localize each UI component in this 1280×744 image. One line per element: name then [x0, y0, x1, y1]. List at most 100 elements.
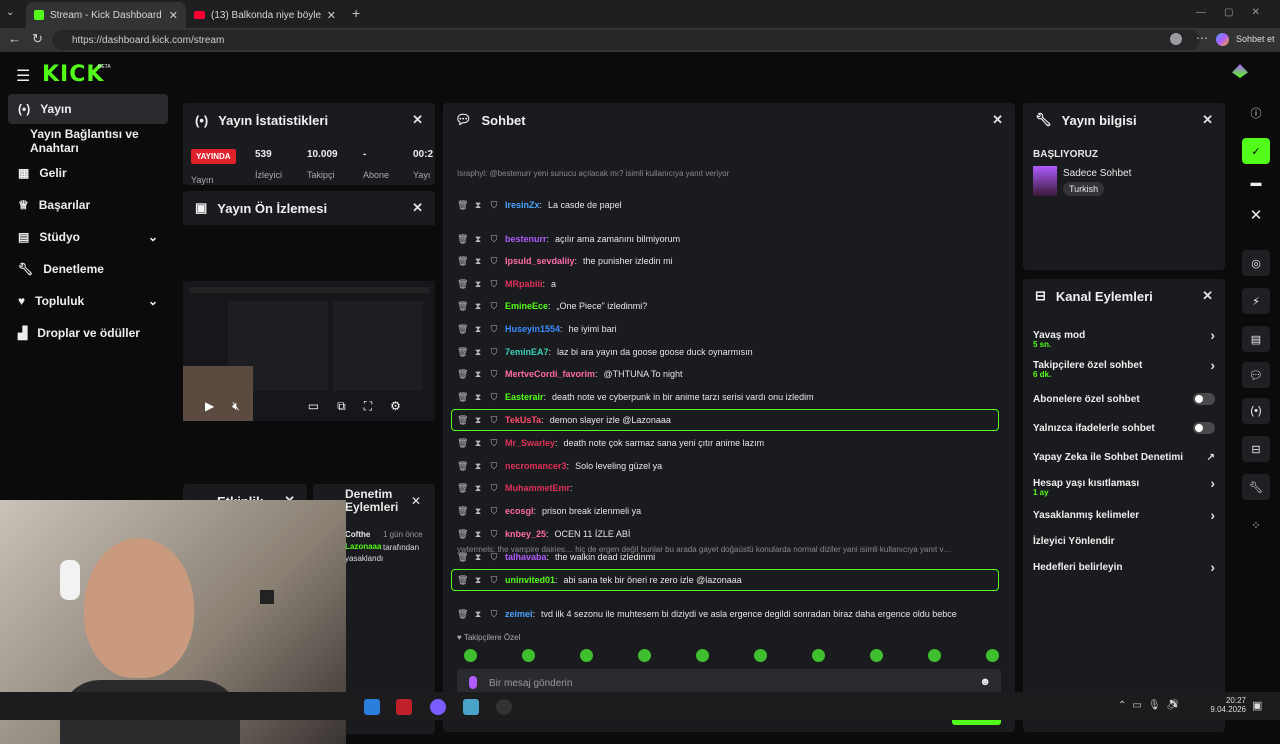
chat-message[interactable]: 🗑︎ ⧗ ⛉ IresinZx: La casde de papel: [457, 195, 997, 215]
timeout-icon[interactable]: ⧗: [473, 461, 483, 472]
url-field[interactable]: https://dashboard.kick.com/stream: [52, 30, 1200, 50]
chat-message[interactable]: 🗑︎ ⧗ ⛉ 7eminEA7: laz bi ara yayın da goose g…: [457, 342, 997, 362]
timeout-icon[interactable]: ⧗: [473, 301, 483, 312]
chat-username[interactable]: bestenurr: [505, 234, 547, 244]
chat-message[interactable]: 🗑︎ ⧗ ⛉ MertveCordi_favorim: @THTUNA To night: [457, 364, 997, 384]
emote-icon[interactable]: [696, 649, 709, 662]
timeout-icon[interactable]: ⧗: [473, 234, 483, 245]
tab-kick-dashboard[interactable]: Stream - Kick Dashboard ✕: [26, 2, 186, 28]
tab-youtube[interactable]: (13) Balkonda niye böyle oldu siga ✕: [186, 2, 344, 28]
delete-icon[interactable]: 🗑︎: [457, 438, 468, 449]
chat-message[interactable]: 🗑︎ ⧗ ⛉ MuhammetEmr:: [457, 478, 997, 498]
emote-icon[interactable]: [754, 649, 767, 662]
chevron-right-icon[interactable]: ›: [1210, 357, 1215, 373]
clock[interactable]: 20:27 9.04.2026: [1206, 696, 1246, 714]
delete-icon[interactable]: 🗑︎: [457, 347, 468, 358]
chat-username[interactable]: IresinZx: [505, 200, 540, 210]
sidebar-item-yayin[interactable]: (•) Yayın: [8, 94, 168, 124]
sidebar-item-topluluk[interactable]: ♥ Topluluk ⌄: [8, 286, 168, 316]
delete-icon[interactable]: 🗑︎: [457, 529, 468, 540]
delete-icon[interactable]: 🗑︎: [457, 279, 468, 290]
chat-message[interactable]: 🗑︎ ⧗ ⛉ TekUsTa: demon slayer izle @Lazonaaa: [457, 410, 997, 430]
emote-icon[interactable]: [928, 649, 941, 662]
timeout-icon[interactable]: ⧗: [473, 575, 483, 586]
channel-action-0[interactable]: Yavaş mod 5 sn. ›: [1033, 327, 1215, 349]
emote-icon[interactable]: [870, 649, 883, 662]
close-icon[interactable]: ✕: [1202, 288, 1213, 304]
wrench-icon[interactable]: 🔧︎: [1242, 474, 1270, 500]
timeout-icon[interactable]: ⧗: [473, 324, 483, 335]
settings-icon[interactable]: ⚙: [390, 399, 401, 413]
channel-action-6[interactable]: Yasaklanmış kelimeler ›: [1033, 507, 1215, 523]
sidebar-item-stream-key[interactable]: Yayın Bağlantısı ve Anahtarı: [8, 126, 168, 156]
app-icon[interactable]: [463, 699, 479, 715]
timeout-icon[interactable]: ⧗: [473, 483, 483, 494]
chat-message[interactable]: 🗑︎ ⧗ ⛉ Easterair: death note ve cyberpunk in…: [457, 387, 997, 407]
play-icon[interactable]: ▶: [205, 399, 214, 413]
back-icon[interactable]: ←: [8, 31, 21, 46]
window-controls[interactable]: —▢✕: [1196, 7, 1278, 18]
chat-message[interactable]: 🗑︎ ⧗ ⛉ uninvited01: abi sana tek bir öneri r…: [457, 570, 997, 590]
close-tab-icon[interactable]: ✕: [327, 9, 336, 22]
chat-username[interactable]: Mr_Swarley: [505, 438, 555, 448]
channel-icon[interactable]: ⊟: [1242, 436, 1270, 462]
copilot-label[interactable]: Sohbet et: [1236, 34, 1275, 44]
channel-action-1[interactable]: Takipçilere özel sohbet 6 dk. ›: [1033, 357, 1215, 379]
reload-icon[interactable]: ↻: [32, 31, 43, 47]
system-tray-icons[interactable]: ⌃▭🎙︎🔊︎: [1118, 700, 1185, 711]
sidebar-item-denetleme[interactable]: 🔧︎ Denetleme: [8, 254, 168, 284]
close-icon[interactable]: ✕: [412, 112, 423, 128]
kick-logo[interactable]: KICK: [42, 62, 104, 87]
layout-icon[interactable]: ▬: [1242, 170, 1270, 196]
chat-username[interactable]: EmineEce: [505, 301, 548, 311]
check-icon[interactable]: ✓: [1242, 138, 1270, 164]
copilot-icon[interactable]: [1216, 33, 1229, 46]
channel-action-4[interactable]: Yapay Zeka ile Sohbet Denetimi ↗: [1033, 449, 1215, 465]
chat-message[interactable]: 🗑︎ ⧗ ⛉ Mr_Swarley: death note çok sarmaz san…: [457, 433, 997, 453]
popout-icon[interactable]: ⧉: [337, 399, 346, 414]
drops-icon[interactable]: ⁘: [1242, 512, 1270, 538]
chat-username[interactable]: MertveCordi_favorim: [505, 369, 595, 379]
chat-message[interactable]: 🗑︎ ⧗ ⛉ zeimei: tvd ilk 4 sezonu ile muhtesem…: [457, 604, 997, 624]
outlook-icon[interactable]: [364, 699, 380, 715]
more-icon[interactable]: ⋯: [1196, 31, 1208, 45]
emote-icon[interactable]: [986, 649, 999, 662]
chevron-right-icon[interactable]: ›: [1210, 327, 1215, 343]
chat-username[interactable]: knbey_25: [505, 529, 546, 539]
delete-icon[interactable]: 🗑︎: [457, 392, 468, 403]
delete-icon[interactable]: 🗑︎: [457, 324, 468, 335]
video-preview[interactable]: ▶ 🔇︎ ▭ ⧉ ⛶ ⚙: [183, 281, 435, 421]
sidebar-item-studyo[interactable]: ▤ Stüdyo ⌄: [8, 222, 168, 252]
chat-username[interactable]: ecosgl: [505, 506, 534, 516]
chevron-right-icon[interactable]: ›: [1210, 507, 1215, 523]
close-icon[interactable]: ✕: [1202, 112, 1213, 128]
chat-message[interactable]: 🗑︎ ⧗ ⛉ EmineEce: „One Piece" izledinmi?: [457, 296, 997, 316]
menu-icon[interactable]: ☰: [16, 66, 30, 86]
chat-username[interactable]: Huseyin1554: [505, 324, 560, 334]
timeout-icon[interactable]: ⧗: [473, 347, 483, 358]
mute-icon[interactable]: 🔇︎: [232, 399, 240, 414]
sidebar-item-gelir[interactable]: ▦ Gelir: [8, 158, 168, 188]
tab-list-icon[interactable]: ⌄: [6, 7, 14, 18]
sidebar-item-basarilar[interactable]: ♕ Başarılar: [8, 190, 168, 220]
chat-username[interactable]: uninvited01: [505, 575, 555, 585]
chat-username[interactable]: Ipsuld_sevdaliiy: [505, 256, 575, 266]
delete-icon[interactable]: 🗑︎: [457, 200, 468, 211]
chat-message[interactable]: 🗑︎ ⧗ ⛉ Huseyin1554: he iyimi bari: [457, 319, 997, 339]
timeout-icon[interactable]: ⧗: [473, 200, 483, 211]
emote-icon[interactable]: [464, 649, 477, 662]
emote-icon[interactable]: [522, 649, 535, 662]
timeout-icon[interactable]: ⧗: [473, 438, 483, 449]
mic-icon[interactable]: [469, 676, 477, 689]
chat-message[interactable]: 🗑︎ ⧗ ⛉ Ipsuld_sevdaliiy: the punisher izledi…: [457, 251, 997, 271]
new-tab-icon[interactable]: +: [352, 5, 360, 21]
obs-icon[interactable]: [496, 699, 512, 715]
chat-message[interactable]: 🗑︎ ⧗ ⛉ ecosgl: prison break izlenmeli ya: [457, 501, 997, 521]
emote-icon[interactable]: [812, 649, 825, 662]
timeout-icon[interactable]: ⧗: [473, 415, 483, 426]
chevron-right-icon[interactable]: ›: [1210, 559, 1215, 575]
emoji-icon[interactable]: ☻: [979, 676, 991, 688]
channel-action-3[interactable]: Yalnızca ifadelerle sohbet: [1033, 420, 1215, 436]
delete-icon[interactable]: 🗑︎: [457, 415, 468, 426]
chat-username[interactable]: necromancer3: [505, 461, 567, 471]
